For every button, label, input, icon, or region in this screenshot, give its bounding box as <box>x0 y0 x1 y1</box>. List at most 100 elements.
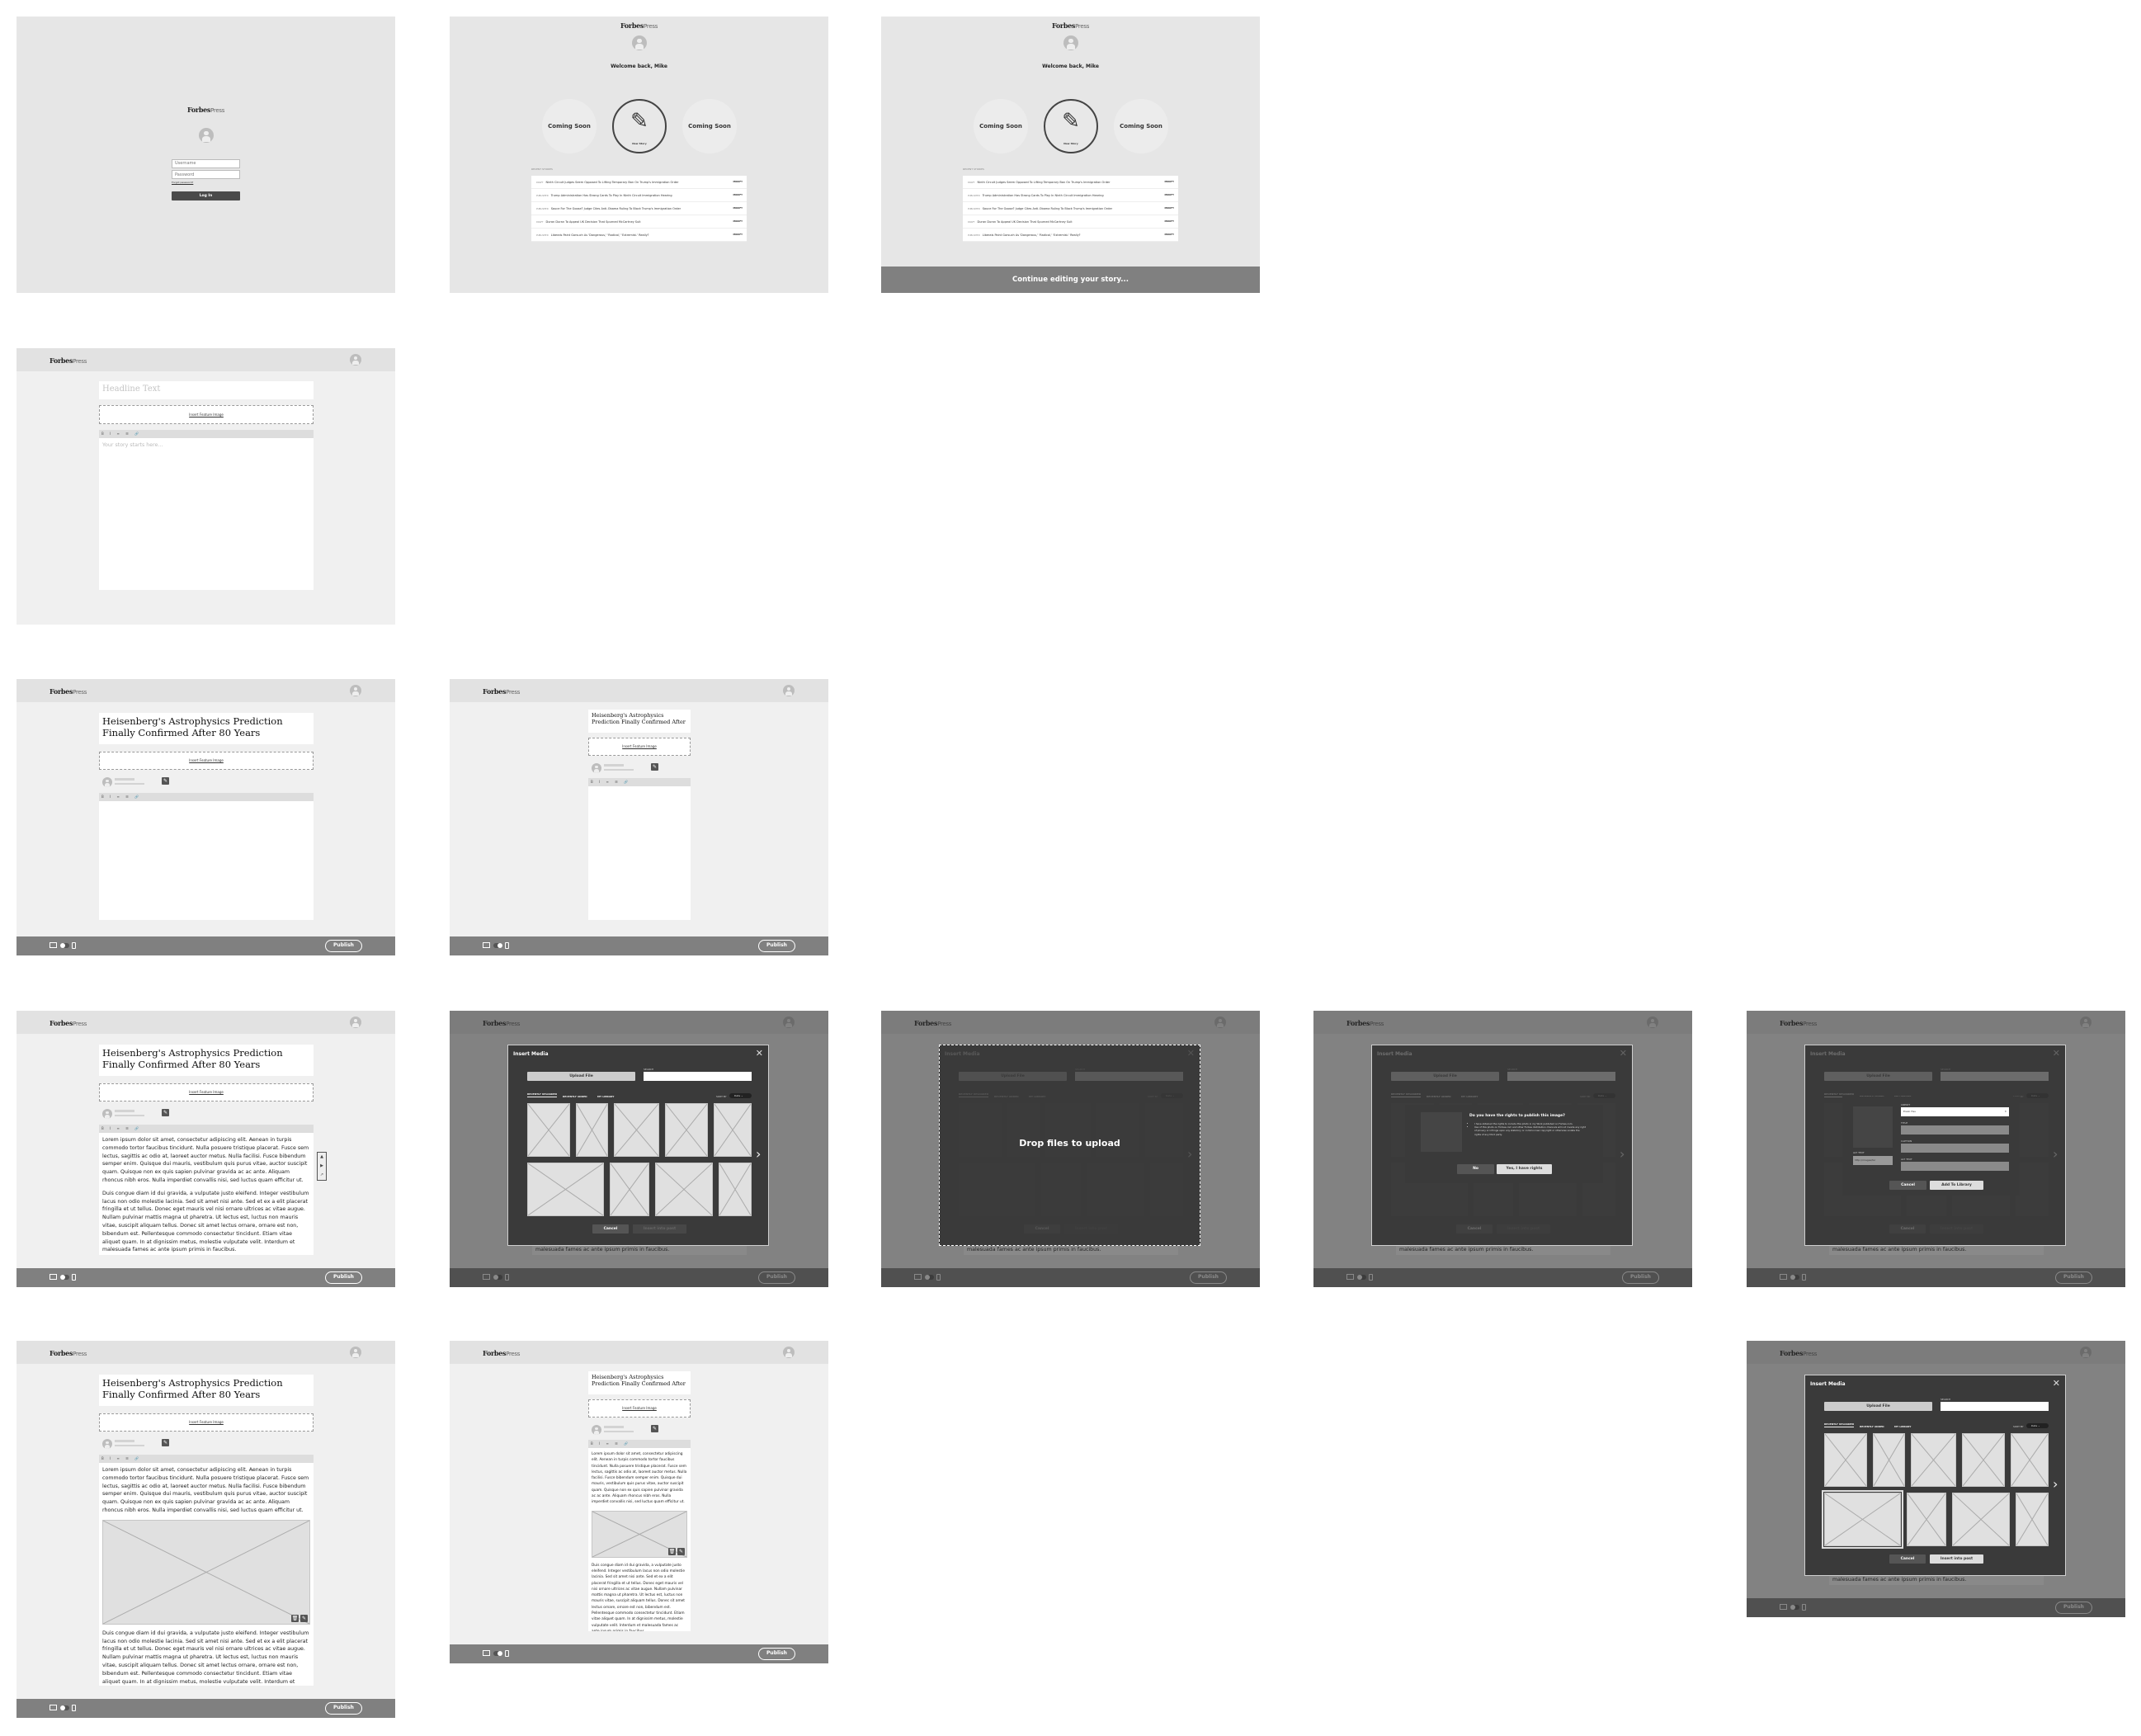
inline-image[interactable]: 🗑 ✎ <box>592 1510 687 1558</box>
preview-mode-toggle[interactable] <box>60 1275 69 1280</box>
format-button-4[interactable]: 🔗 <box>134 795 141 799</box>
cancel-button[interactable]: Cancel <box>1889 1224 1926 1234</box>
upload-file-button[interactable]: Upload File <box>1824 1402 1932 1411</box>
image-placeholder[interactable] <box>1873 1433 1905 1487</box>
tab-recently-added[interactable]: RECENTLY ADDED <box>1860 1425 1884 1428</box>
story-body-editor[interactable] <box>99 801 314 920</box>
image-placeholder[interactable] <box>1041 1163 1081 1216</box>
modify-story-link[interactable]: MODIFY <box>1164 215 1174 228</box>
format-button-1[interactable]: I <box>110 432 113 436</box>
user-avatar-icon[interactable] <box>350 685 361 696</box>
image-placeholder[interactable] <box>959 1103 1002 1157</box>
tab-recently-uploaded[interactable]: RECENTLY UPLOADED <box>1391 1092 1422 1097</box>
image-placeholder[interactable] <box>959 1163 1035 1216</box>
format-button-2[interactable]: ≡ <box>117 1126 122 1130</box>
preview-mode-toggle[interactable] <box>493 1651 502 1656</box>
format-button-3[interactable]: ☰ <box>125 432 131 436</box>
image-placeholder[interactable] <box>1421 1112 1462 1152</box>
cancel-button[interactable]: Cancel <box>1456 1224 1493 1234</box>
close-icon[interactable]: ✕ <box>1620 1048 1627 1059</box>
insert-into-post-button[interactable]: Insert into post <box>1497 1224 1550 1234</box>
publish-button[interactable]: Publish <box>325 940 362 952</box>
image-placeholder[interactable] <box>1087 1163 1144 1216</box>
edit-author-icon[interactable]: ✎ <box>651 1425 658 1432</box>
image-placeholder[interactable] <box>1007 1103 1040 1157</box>
next-page-chevron[interactable]: › <box>1620 1146 1625 1162</box>
desktop-preview-icon[interactable] <box>50 1274 57 1280</box>
close-icon[interactable]: ✕ <box>1187 1048 1195 1059</box>
image-placeholder[interactable] <box>527 1163 604 1216</box>
format-button-1[interactable]: I <box>110 1126 113 1130</box>
user-avatar-icon[interactable] <box>350 1017 361 1028</box>
image-placeholder[interactable] <box>1824 1433 1867 1487</box>
image-placeholder[interactable] <box>1952 1493 2010 1546</box>
cancel-button[interactable]: Cancel <box>1889 1181 1926 1190</box>
insert-video-icon[interactable]: ▶ <box>318 1162 326 1171</box>
modify-story-link[interactable]: MODIFY <box>1164 176 1174 188</box>
insert-into-post-button[interactable]: Insert into post <box>1930 1554 1983 1564</box>
story-row[interactable]: PUBLISHED Sauce For The Goose? Judge Cite… <box>963 202 1178 215</box>
tab-recently-added[interactable]: RECENTLY ADDED <box>1427 1095 1451 1098</box>
story-title[interactable]: Trump Administration Has Strong Cards To… <box>551 194 672 197</box>
new-story-button[interactable]: ✎ New Story <box>612 99 667 153</box>
close-icon[interactable]: ✕ <box>756 1048 763 1059</box>
format-button-4[interactable]: 🔗 <box>624 780 630 784</box>
caption-input[interactable] <box>1901 1144 2009 1153</box>
insert-feature-image-button[interactable]: Insert Feature Image <box>588 738 691 756</box>
story-row[interactable]: PUBLISHED Trump Administration Has Strong… <box>963 189 1178 202</box>
search-input[interactable] <box>1941 1072 2049 1081</box>
story-title[interactable]: Liberals Paint Gorsuch As 'Dangerous,' '… <box>551 234 649 237</box>
user-avatar-icon[interactable] <box>350 1347 361 1358</box>
search-input[interactable] <box>1941 1402 2049 1411</box>
story-body-editor[interactable]: Lorem ipsum dolor sit amet, consectetur … <box>588 1448 691 1631</box>
image-placeholder[interactable] <box>2016 1493 2049 1546</box>
format-button-4[interactable]: 🔗 <box>134 1126 141 1130</box>
story-title[interactable]: Duran Duran To Appeal UK Decision That S… <box>978 220 1073 224</box>
delete-image-icon[interactable]: 🗑 <box>291 1614 299 1622</box>
mobile-preview-icon[interactable] <box>505 942 509 949</box>
sort-select[interactable]: Date ⌄ <box>1161 1093 1183 1098</box>
format-button-4[interactable]: 🔗 <box>134 432 141 436</box>
search-input[interactable] <box>1075 1072 1183 1081</box>
modify-story-link[interactable]: MODIFY <box>733 176 743 188</box>
format-button-1[interactable]: I <box>110 795 113 799</box>
format-button-2[interactable]: ≡ <box>117 1456 122 1460</box>
insert-feature-image-button[interactable]: Insert Feature Image <box>588 1399 691 1418</box>
tab-recently-uploaded[interactable]: RECENTLY UPLOADED <box>527 1092 558 1097</box>
desktop-preview-icon[interactable] <box>50 942 57 948</box>
edit-author-icon[interactable]: ✎ <box>162 777 169 785</box>
image-placeholder[interactable] <box>655 1163 713 1216</box>
image-placeholder[interactable] <box>1911 1433 1956 1487</box>
insert-feature-image-button[interactable]: Insert Feature Image <box>99 405 314 424</box>
image-placeholder[interactable] <box>1907 1493 1946 1546</box>
insert-image-icon[interactable]: ▲ <box>318 1153 326 1162</box>
search-input[interactable] <box>1507 1072 1615 1081</box>
story-body-editor[interactable] <box>588 786 691 920</box>
image-placeholder[interactable] <box>714 1103 752 1157</box>
image-placeholder[interactable] <box>2011 1433 2049 1487</box>
image-url-field[interactable]: http://images/fer <box>1853 1156 1893 1165</box>
story-row[interactable]: PUBLISHED Liberals Paint Gorsuch As 'Dang… <box>963 229 1178 242</box>
format-button-2[interactable]: ≡ <box>117 795 122 799</box>
mobile-preview-icon[interactable] <box>505 1650 509 1657</box>
format-button-3[interactable]: ☰ <box>615 780 620 784</box>
sort-select[interactable]: Date ⌄ <box>1593 1093 1615 1098</box>
story-title[interactable]: Sauce For The Goose? Judge Cites Anti-Ob… <box>551 207 681 210</box>
edit-author-icon[interactable]: ✎ <box>162 1439 169 1446</box>
tab-my-library[interactable]: MY LIBRARY <box>1461 1095 1478 1098</box>
insert-into-post-button[interactable]: Insert into post <box>633 1224 686 1234</box>
story-row[interactable]: DRAFT Ninth Circuit Judges Seem Opposed T… <box>963 176 1178 189</box>
format-button-0[interactable]: B <box>101 795 106 799</box>
publish-button[interactable]: Publish <box>758 940 795 952</box>
user-avatar-icon[interactable] <box>350 354 361 366</box>
user-avatar-icon[interactable] <box>783 1347 795 1358</box>
title-input[interactable] <box>1901 1125 2009 1135</box>
image-placeholder[interactable] <box>102 1519 310 1625</box>
story-row[interactable]: PUBLISHED Sauce For The Goose? Judge Cite… <box>531 202 747 215</box>
image-placeholder[interactable] <box>1962 1433 2005 1487</box>
forgot-password-link[interactable]: Forgot password? <box>172 181 193 184</box>
delete-image-icon[interactable]: 🗑 <box>668 1547 676 1555</box>
continue-editing-banner[interactable]: Continue editing your story... <box>881 267 1260 293</box>
mobile-preview-icon[interactable] <box>72 1274 76 1281</box>
sort-select[interactable]: Date ⌄ <box>2026 1093 2049 1098</box>
